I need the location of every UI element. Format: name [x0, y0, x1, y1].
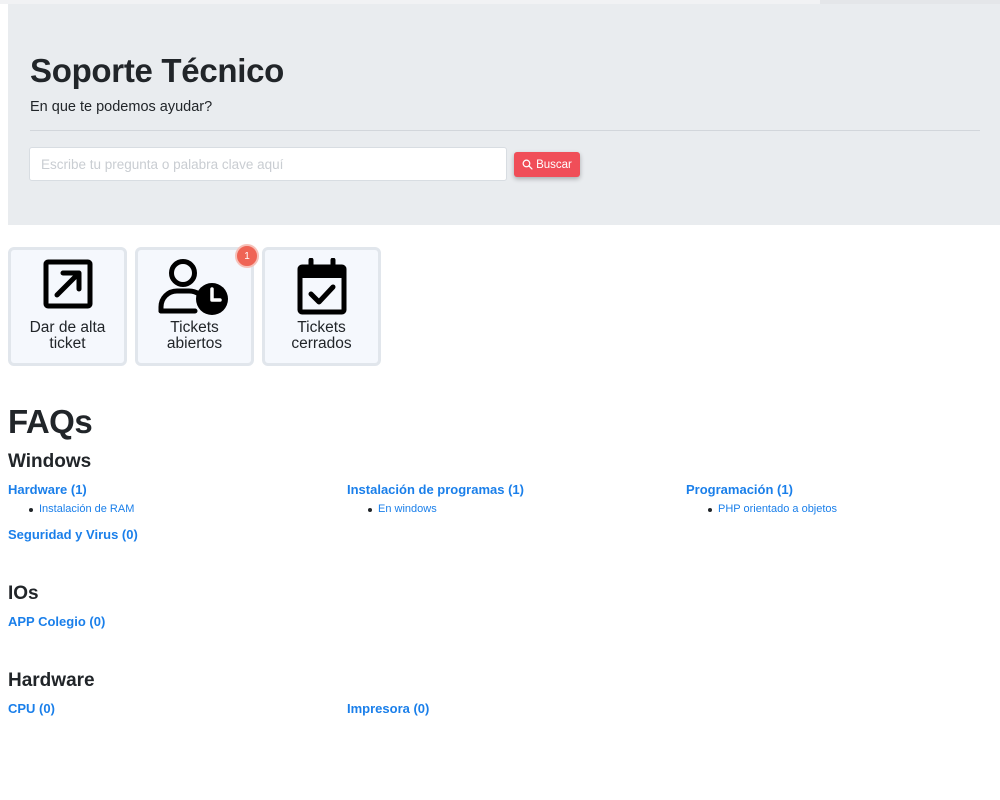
faq-link-impresora[interactable]: Impresora (0): [347, 701, 429, 716]
closed-tickets-tile[interactable]: Tickets cerrados: [262, 247, 381, 366]
open-tickets-tile[interactable]: Tickets abiertos 1: [135, 244, 259, 366]
open-tickets-label-line1: Tickets: [170, 319, 219, 336]
closed-tickets-label-line1: Tickets: [297, 319, 346, 336]
faq-link-seguridad[interactable]: Seguridad y Virus (0): [8, 527, 138, 542]
faq-item-en-windows[interactable]: En windows: [368, 503, 437, 515]
new-ticket-label-line1: Dar de alta: [29, 319, 106, 336]
closed-tickets-label-line2: cerrados: [291, 335, 352, 352]
faq-link-cpu[interactable]: CPU (0): [8, 701, 55, 716]
category-ios-title: IOs: [8, 583, 39, 604]
open-tickets-badge: 1: [235, 244, 259, 268]
user-clock-icon: [158, 259, 228, 315]
new-ticket-label-line2: ticket: [49, 335, 86, 352]
support-header: Soporte Técnico En que te podemos ayudar…: [8, 4, 1000, 225]
search-icon: [522, 159, 533, 170]
search-button[interactable]: Buscar: [514, 152, 580, 177]
page-title: Soporte Técnico: [30, 52, 285, 89]
new-ticket-tile[interactable]: Dar de alta ticket: [8, 247, 127, 366]
search-button-label: Buscar: [536, 158, 572, 171]
faq-link-programacion[interactable]: Programación (1): [686, 482, 793, 497]
category-windows-title: Windows: [8, 451, 92, 472]
calendar-check-icon: [297, 258, 346, 315]
search-input[interactable]: [29, 147, 507, 181]
ticket-actions: Dar de alta ticket Tickets abiertos 1 Ti…: [8, 244, 381, 366]
faq-link-instalacion-programas[interactable]: Instalación de programas (1): [347, 482, 524, 497]
category-hardware-title: Hardware: [8, 670, 95, 691]
open-tickets-label-line2: abiertos: [166, 335, 223, 352]
header-divider: [30, 130, 980, 131]
faqs-heading: FAQs: [8, 403, 93, 440]
faq-link-hardware[interactable]: Hardware (1): [8, 482, 87, 497]
faq-item-instalacion-ram[interactable]: Instalación de RAM: [28, 503, 134, 515]
page-subtitle: En que te podemos ayudar?: [30, 99, 213, 115]
faq-link-app-colegio[interactable]: APP Colegio (0): [8, 614, 105, 629]
faq-item-php[interactable]: PHP orientado a objetos: [707, 503, 837, 515]
external-link-icon: [43, 259, 92, 309]
